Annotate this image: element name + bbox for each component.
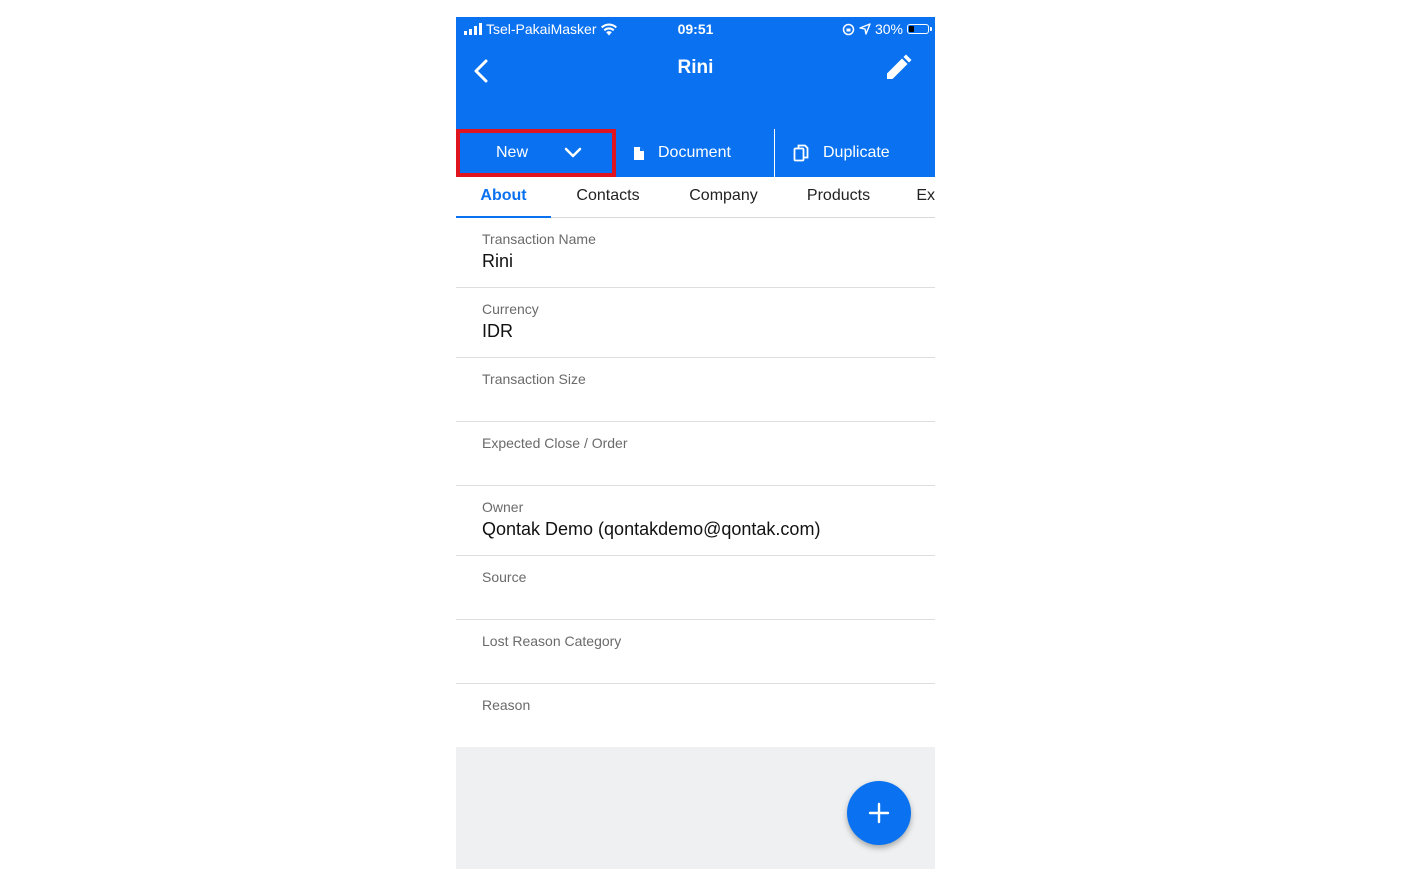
phone-screen: Tsel-PakaiMasker 09:51 30% Rini New Docu…: [456, 17, 935, 869]
status-right: 30%: [842, 21, 932, 37]
tab-about[interactable]: About: [456, 177, 551, 218]
field-label: Transaction Size: [482, 371, 586, 387]
field-value: Qontak Demo (qontakdemo@qontak.com): [482, 519, 821, 539]
field-label: Expected Close / Order: [482, 435, 628, 451]
plus-icon: [868, 802, 890, 824]
field-label: Lost Reason Category: [482, 633, 622, 649]
document-label: Document: [658, 144, 731, 161]
document-icon: [634, 146, 644, 160]
action-bar: New Document Duplicate: [456, 129, 935, 177]
document-button[interactable]: Document: [616, 129, 775, 177]
new-label: New: [496, 144, 529, 161]
tab-products[interactable]: Products: [782, 177, 895, 217]
tab-contacts[interactable]: Contacts: [551, 177, 665, 217]
duplicate-label: Duplicate: [823, 144, 890, 161]
field-transaction-name[interactable]: Transaction Name Rini: [456, 218, 935, 288]
add-button[interactable]: [847, 781, 911, 845]
field-expected-close[interactable]: Expected Close / Order: [456, 422, 935, 486]
field-label: Owner: [482, 499, 524, 515]
field-value: IDR: [482, 321, 513, 341]
tab-more[interactable]: Ex: [895, 177, 935, 217]
detail-fields: Transaction Name Rini Currency IDR Trans…: [456, 218, 935, 748]
duplicate-button[interactable]: Duplicate: [775, 129, 935, 177]
field-label: Currency: [482, 301, 539, 317]
tab-bar: About Contacts Company Products Ex: [456, 177, 935, 218]
app-header: Tsel-PakaiMasker 09:51 30% Rini New Docu…: [456, 17, 935, 177]
field-label: Source: [482, 569, 527, 585]
chevron-down-icon: [564, 147, 582, 158]
new-dropdown-button[interactable]: New: [456, 129, 616, 177]
location-arrow-icon: [859, 23, 871, 35]
duplicate-icon: [793, 144, 809, 162]
field-currency[interactable]: Currency IDR: [456, 288, 935, 358]
field-owner[interactable]: Owner Qontak Demo (qontakdemo@qontak.com…: [456, 486, 935, 556]
battery-icon: [907, 24, 932, 34]
battery-percent: 30%: [874, 21, 903, 37]
field-transaction-size[interactable]: Transaction Size: [456, 358, 935, 422]
field-lost-reason-category[interactable]: Lost Reason Category: [456, 620, 935, 684]
orientation-lock-icon: [842, 23, 855, 35]
edit-button[interactable]: [883, 53, 913, 83]
page-title: Rini: [677, 57, 714, 78]
tab-company[interactable]: Company: [665, 177, 782, 217]
field-value: Rini: [482, 251, 514, 271]
field-label: Transaction Name: [482, 231, 596, 247]
field-label: Reason: [482, 697, 531, 713]
field-source[interactable]: Source: [456, 556, 935, 620]
pencil-icon: [887, 54, 912, 79]
status-bar: Tsel-PakaiMasker 09:51 30%: [456, 17, 935, 41]
field-reason[interactable]: Reason: [456, 684, 935, 748]
